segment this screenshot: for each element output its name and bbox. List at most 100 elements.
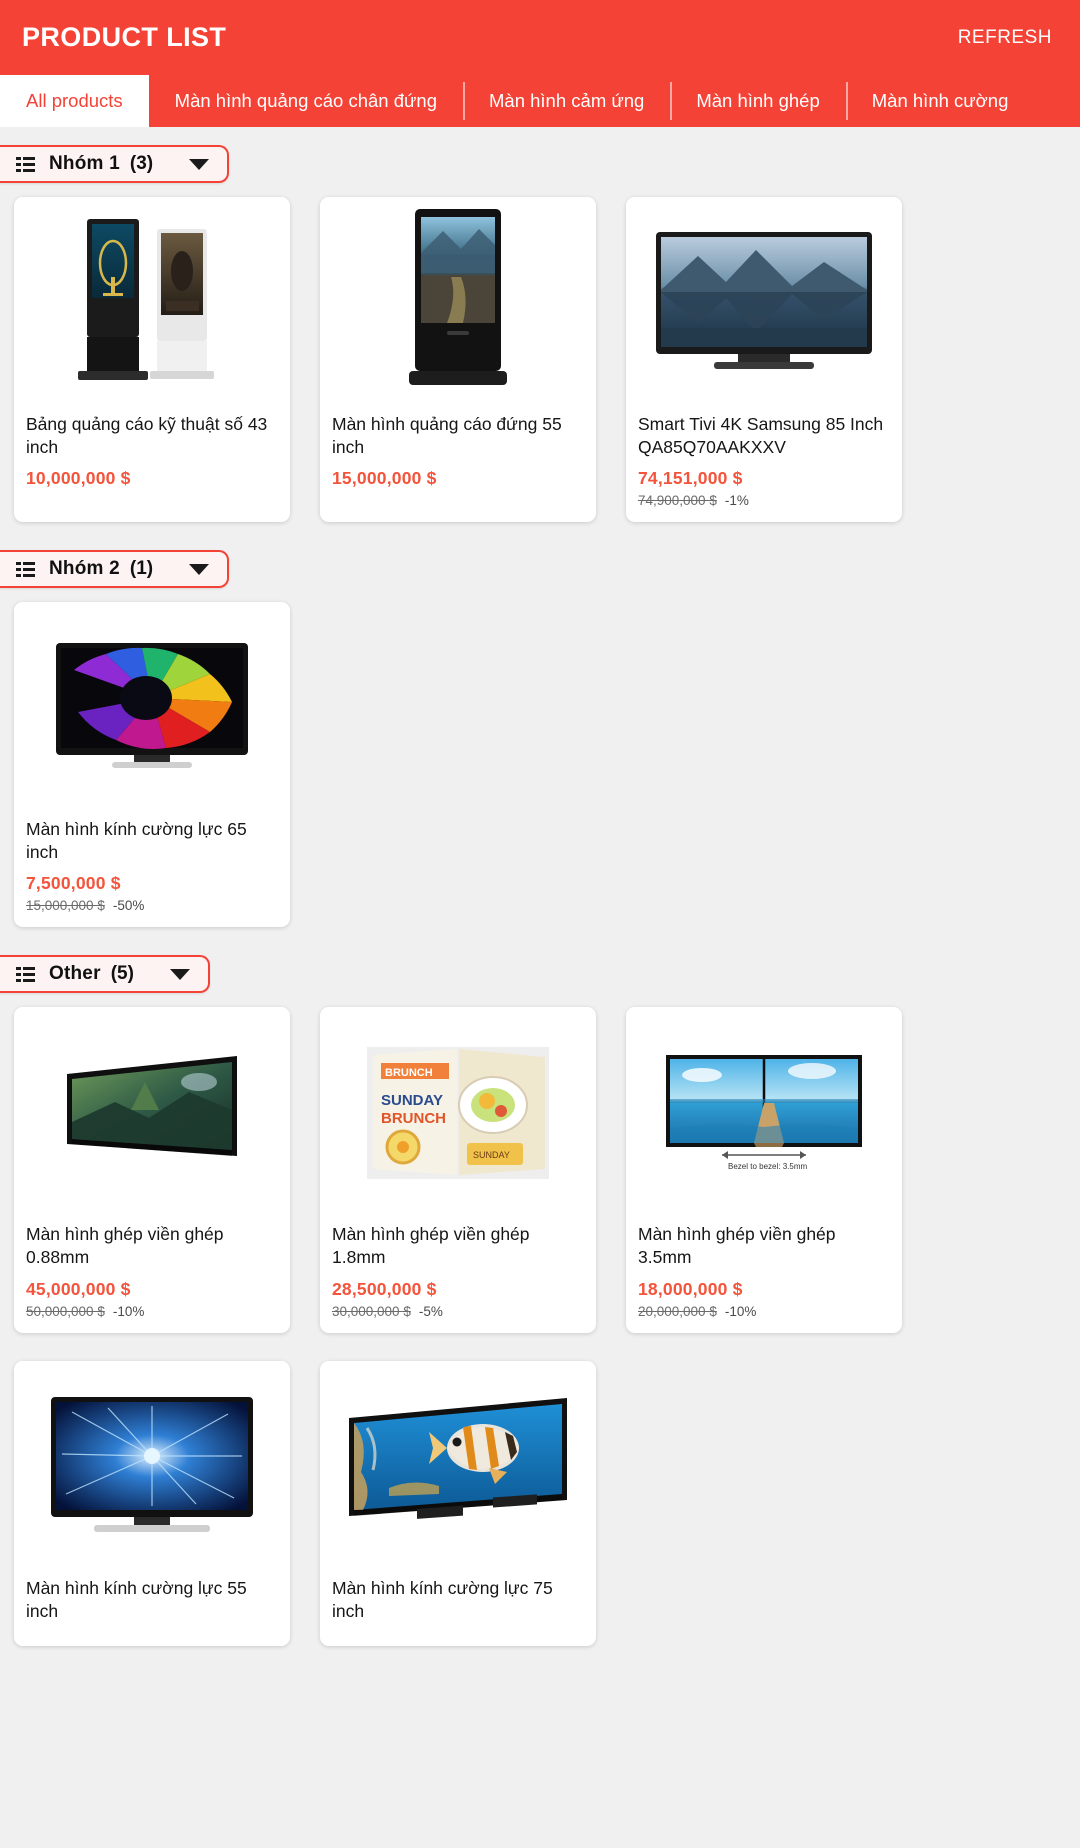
product-old-price: 30,000,000 $	[332, 1303, 411, 1319]
product-image	[14, 1007, 290, 1220]
product-image	[14, 1360, 290, 1573]
group-count: (3)	[129, 153, 154, 174]
tab-category-4[interactable]: Màn hình cường	[845, 75, 1035, 127]
group-name: Nhóm 2	[49, 558, 120, 580]
product-old-price: 50,000,000 $	[26, 1303, 105, 1319]
tab-category-3[interactable]: Màn hình ghép	[670, 75, 845, 127]
tab-label: Màn hình cường	[871, 90, 1009, 111]
dual-standing-kiosk-image	[78, 218, 214, 380]
product-title: Màn hình kính cường lực 55 inch	[26, 1577, 247, 1621]
product-card[interactable]: Smart Tivi 4K Samsung 85 Inch QA85Q70AAK…	[626, 197, 902, 523]
product-image	[320, 197, 596, 409]
product-price: 74,151,000 $	[638, 468, 743, 489]
product-info: Smart Tivi 4K Samsung 85 Inch QA85Q70AAK…	[626, 409, 902, 522]
product-discount: -50%	[112, 898, 145, 914]
product-title: Màn hình kính cường lực 75 inch	[332, 1577, 553, 1621]
tab-label: Màn hình ghép	[696, 90, 820, 111]
group-header[interactable]: Nhóm 2 (1)	[0, 550, 230, 589]
product-card[interactable]: Bezel to bezel: 3.5mm Màn hình ghép viền…	[626, 1007, 902, 1333]
product-price-old-row: 15,000,000 $ -50%	[26, 898, 278, 913]
tv-rainbow-swirl-image	[56, 643, 248, 769]
chevron-down-icon[interactable]	[189, 563, 210, 575]
product-card[interactable]: BRUNCH SUNDAY BRUNCH SUNDAY Màn hình ghé…	[320, 1007, 596, 1333]
product-title: Màn hình ghép viền ghép 0.88mm	[26, 1224, 224, 1268]
product-discount: -10%	[724, 1303, 757, 1319]
product-title: Màn hình kính cường lực 65 inch	[26, 819, 247, 863]
product-price: 28,500,000 $	[332, 1278, 437, 1299]
list-icon	[16, 156, 35, 172]
svg-text:SUNDAY: SUNDAY	[381, 1092, 443, 1109]
product-title: Màn hình ghép viền ghép 1.8mm	[332, 1224, 530, 1268]
videowall-forest-image	[67, 1056, 237, 1157]
product-title: Màn hình ghép viền ghép 3.5mm	[638, 1224, 836, 1268]
product-card[interactable]: Màn hình kính cường lực 65 inch 7,500,000…	[14, 602, 290, 928]
group-count: (1)	[129, 558, 154, 580]
category-tab-bar[interactable]: All products Màn hình quảng cáo chân đứng…	[0, 75, 1080, 127]
chevron-down-icon[interactable]	[189, 158, 210, 170]
list-icon	[16, 966, 35, 982]
product-discount: -10%	[112, 1303, 145, 1319]
product-info: Màn hình ghép viền ghép 1.8mm 28,500,000 …	[320, 1219, 596, 1332]
chevron-down-icon[interactable]	[169, 968, 190, 980]
list-icon	[16, 561, 35, 577]
product-title: Smart Tivi 4K Samsung 85 Inch QA85Q70AAK…	[638, 414, 884, 458]
standing-kiosk-landscape-image	[409, 209, 507, 385]
product-price-old-row: 30,000,000 $ -5%	[332, 1304, 584, 1319]
refresh-button[interactable]: REFRESH	[952, 19, 1058, 57]
videowall-beach-pier-image: Bezel to bezel: 3.5mm	[666, 1055, 862, 1171]
product-info: Màn hình kính cường lực 75 inch	[320, 1573, 596, 1646]
product-image	[14, 602, 290, 815]
group-count: (5)	[110, 963, 134, 985]
product-card[interactable]: Màn hình kính cường lực 75 inch	[320, 1360, 596, 1646]
tv-mountain-lake-image	[656, 232, 872, 369]
product-info: Màn hình kính cường lực 55 inch	[14, 1573, 290, 1646]
tab-label: Màn hình cảm ứng	[489, 90, 645, 111]
product-info: Bảng quảng cáo kỹ thuật số 43 inch 10,000…	[14, 409, 290, 503]
product-price: 15,000,000 $	[332, 468, 437, 489]
tab-all-products[interactable]: All products	[0, 75, 149, 127]
product-title: Bảng quảng cáo kỹ thuật số 43 inch	[26, 414, 268, 458]
product-card[interactable]: Bảng quảng cáo kỹ thuật số 43 inch 10,000…	[14, 197, 290, 523]
product-card[interactable]: Màn hình ghép viền ghép 0.88mm 45,000,000…	[14, 1007, 290, 1333]
product-grid: Màn hình kính cường lực 65 inch 7,500,000…	[0, 602, 1080, 937]
product-info: Màn hình ghép viền ghép 3.5mm 18,000,000 …	[626, 1219, 902, 1332]
product-info: Màn hình kính cường lực 65 inch 7,500,000…	[14, 814, 290, 927]
product-price-old-row: 74,900,000 $ -1%	[638, 493, 890, 508]
product-price: 45,000,000 $	[26, 1278, 131, 1299]
product-card[interactable]: Màn hình kính cường lực 55 inch	[14, 1360, 290, 1646]
product-image: Bezel to bezel: 3.5mm	[626, 1007, 902, 1220]
product-grid: Màn hình ghép viền ghép 0.88mm 45,000,000…	[0, 1007, 1080, 1655]
tab-category-2[interactable]: Màn hình cảm ứng	[463, 75, 670, 127]
product-old-price: 74,900,000 $	[638, 493, 717, 509]
product-old-price: 20,000,000 $	[638, 1303, 717, 1319]
product-image	[320, 1360, 596, 1573]
product-image	[14, 197, 290, 409]
product-old-price: 15,000,000 $	[26, 898, 105, 914]
product-grid: Bảng quảng cáo kỹ thuật số 43 inch 10,000…	[0, 197, 1080, 532]
product-card[interactable]: Màn hình quảng cáo đứng 55 inch 15,000,00…	[320, 197, 596, 523]
product-discount: -1%	[724, 493, 749, 509]
svg-text:BRUNCH: BRUNCH	[385, 1067, 433, 1079]
product-info: Màn hình quảng cáo đứng 55 inch 15,000,00…	[320, 409, 596, 503]
product-title: Màn hình quảng cáo đứng 55 inch	[332, 414, 562, 458]
product-image: BRUNCH SUNDAY BRUNCH SUNDAY	[320, 1007, 596, 1220]
tab-category-1[interactable]: Màn hình quảng cáo chân đứng	[149, 75, 463, 127]
product-price: 7,500,000 $	[26, 873, 121, 894]
group-header[interactable]: Other (5)	[0, 955, 210, 994]
app-bar: PRODUCT LIST REFRESH	[0, 0, 1080, 75]
tv-blue-burst-image	[51, 1396, 253, 1532]
product-price-old-row: 20,000,000 $ -10%	[638, 1304, 890, 1319]
tab-label: Màn hình quảng cáo chân đứng	[174, 90, 437, 111]
group-name: Nhóm 1	[49, 153, 120, 174]
svg-text:Bezel to bezel: 3.5mm: Bezel to bezel: 3.5mm	[728, 1162, 807, 1171]
product-price-old-row: 50,000,000 $ -10%	[26, 1304, 278, 1319]
product-discount: -5%	[418, 1303, 443, 1319]
product-image	[626, 197, 902, 409]
tv-fish-image	[349, 1397, 567, 1519]
product-list-content[interactable]: Nhóm 1 (3) Bảng quảng cáo kỹ thuật số 43 …	[0, 127, 1080, 1848]
svg-text:SUNDAY: SUNDAY	[473, 1150, 510, 1160]
page-title: PRODUCT LIST	[22, 22, 227, 52]
tab-label: All products	[26, 90, 123, 111]
product-info: Màn hình ghép viền ghép 0.88mm 45,000,000…	[14, 1219, 290, 1332]
group-header[interactable]: Nhóm 1 (3)	[0, 145, 230, 183]
